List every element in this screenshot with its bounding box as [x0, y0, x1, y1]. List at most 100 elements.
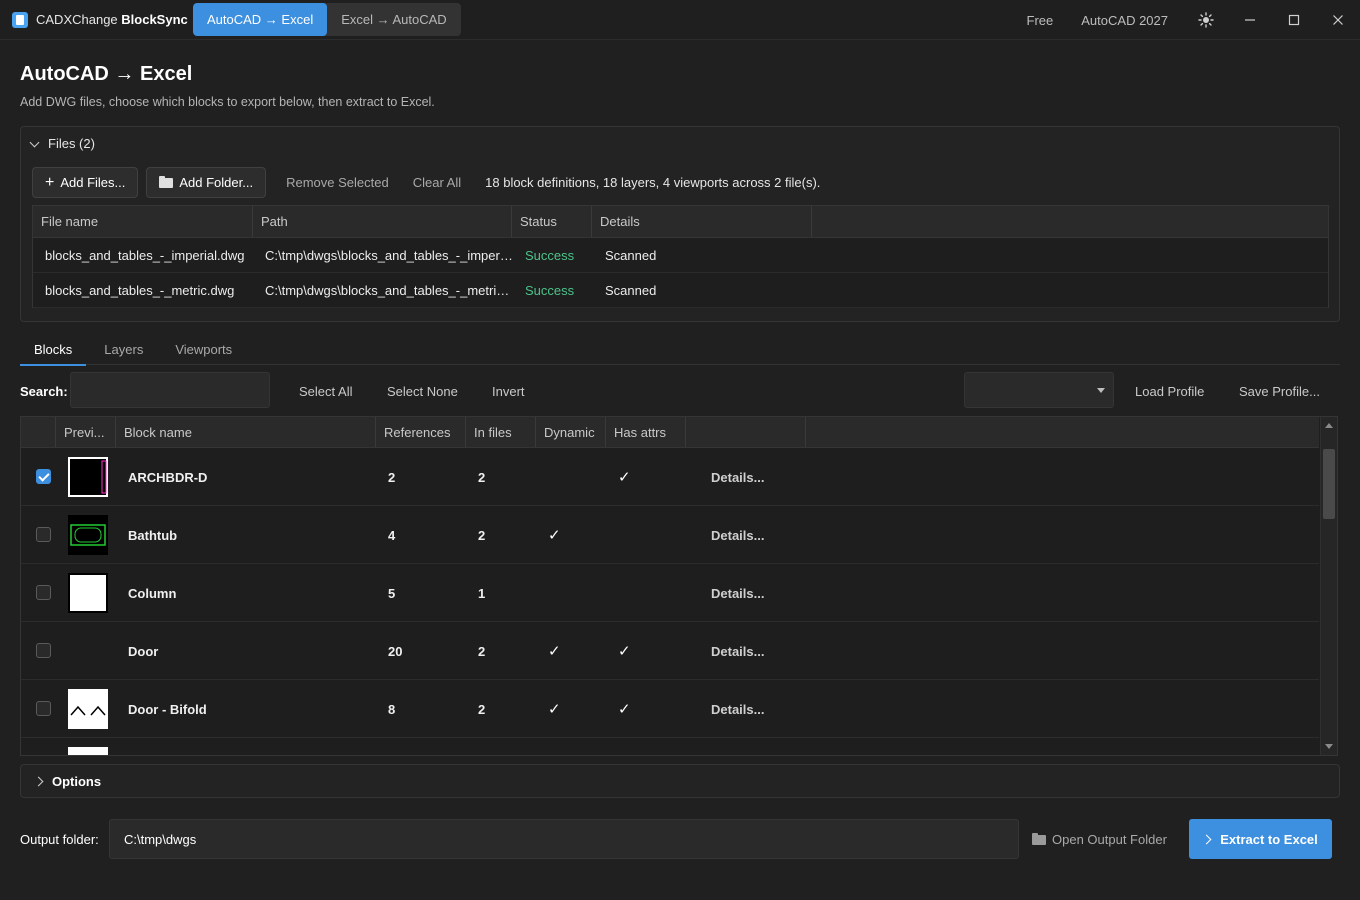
- scroll-up-icon[interactable]: [1325, 423, 1333, 428]
- block-name-cell: Door: [128, 643, 159, 659]
- table-row[interactable]: Bathtub 4 2 ✓ Details...: [21, 506, 1319, 564]
- file-name-cell: blocks_and_tables_-_imperial.dwg: [45, 247, 245, 263]
- file-status-cell: Success: [525, 282, 575, 298]
- title-bar: CADXChange BlockSync AutoCAD → Excel Exc…: [0, 0, 1360, 40]
- details-link[interactable]: Details...: [711, 564, 764, 622]
- block-name-cell: ARCHBDR-D: [128, 469, 208, 485]
- column-in-files[interactable]: In files: [466, 417, 536, 447]
- extract-to-excel-button[interactable]: Extract to Excel: [1189, 819, 1332, 859]
- mode-tab-autocad-to-excel[interactable]: AutoCAD → Excel: [193, 3, 328, 36]
- output-folder-input[interactable]: [109, 819, 1019, 859]
- load-profile-button[interactable]: Load Profile: [1135, 384, 1204, 399]
- profile-select[interactable]: [964, 372, 1114, 408]
- details-link[interactable]: Details...: [711, 622, 764, 680]
- scrollbar-thumb[interactable]: [1323, 449, 1335, 519]
- column-select[interactable]: [21, 417, 56, 447]
- table-row[interactable]: Door - Bifold 8 2 ✓ ✓ Details...: [21, 680, 1319, 738]
- column-preview[interactable]: Previ...: [56, 417, 116, 447]
- clear-all-button[interactable]: Clear All: [413, 175, 461, 190]
- plus-icon: +: [45, 173, 55, 191]
- output-folder-label: Output folder:: [20, 832, 99, 847]
- row-checkbox[interactable]: [36, 527, 51, 542]
- files-panel-header[interactable]: Files (2): [29, 136, 95, 151]
- references-cell: 8: [388, 701, 396, 717]
- folder-icon: [1032, 832, 1046, 845]
- options-panel[interactable]: Options: [20, 764, 1340, 798]
- select-all-button[interactable]: Select All: [299, 384, 352, 399]
- column-status[interactable]: Status: [512, 206, 592, 237]
- invert-selection-button[interactable]: Invert: [492, 384, 525, 399]
- column-file-name[interactable]: File name: [33, 206, 253, 237]
- column-details[interactable]: Details: [592, 206, 812, 237]
- table-row[interactable]: blocks_and_tables_-_metric.dwg C:\tmp\dw…: [33, 273, 1328, 308]
- details-link[interactable]: Details...: [711, 506, 764, 564]
- open-output-folder-button[interactable]: Open Output Folder: [1032, 832, 1167, 847]
- folder-icon: [159, 175, 174, 188]
- blocks-table-header: Previ... Block name References In files …: [21, 417, 1319, 448]
- minimize-icon: [1245, 19, 1255, 21]
- blocks-table: Previ... Block name References In files …: [20, 416, 1338, 756]
- in-files-cell: 2: [478, 701, 486, 717]
- file-details-cell: Scanned: [605, 247, 657, 263]
- chevron-down-icon: [1097, 388, 1105, 393]
- maximize-button[interactable]: [1272, 0, 1316, 40]
- file-name-cell: blocks_and_tables_-_metric.dwg: [45, 282, 235, 298]
- select-none-button[interactable]: Select None: [387, 384, 458, 399]
- file-details-cell: Scanned: [605, 282, 657, 298]
- tab-blocks[interactable]: Blocks: [20, 334, 87, 366]
- options-label: Options: [52, 773, 102, 789]
- files-panel: Files (2) + Add Files... Add Folder... R…: [20, 126, 1340, 322]
- close-icon: [1333, 15, 1343, 25]
- tab-layers[interactable]: Layers: [90, 334, 157, 365]
- blocks-scrollbar[interactable]: [1320, 417, 1337, 755]
- add-folder-button[interactable]: Add Folder...: [146, 167, 267, 198]
- table-row[interactable]: Column 5 1 Details...: [21, 564, 1319, 622]
- files-table: File name Path Status Details blocks_and…: [32, 205, 1329, 308]
- row-checkbox[interactable]: [36, 701, 51, 716]
- theme-toggle-button[interactable]: [1184, 0, 1228, 40]
- files-table-header: File name Path Status Details: [33, 206, 1328, 238]
- references-cell: 5: [388, 585, 396, 601]
- table-row[interactable]: ARCHBDR-D 2 2 ✓ Details...: [21, 448, 1319, 506]
- table-row[interactable]: Door 20 2 ✓ ✓ Details...: [21, 622, 1319, 680]
- remove-selected-button[interactable]: Remove Selected: [286, 175, 389, 190]
- details-link[interactable]: Details...: [711, 448, 764, 506]
- search-input[interactable]: [70, 372, 270, 408]
- app-title: CADXChange BlockSync: [36, 12, 188, 27]
- details-link[interactable]: Details...: [711, 680, 764, 738]
- chevron-right-icon: [33, 776, 44, 786]
- chevron-right-icon: [1201, 834, 1212, 844]
- mode-tab-excel-to-autocad[interactable]: Excel → AutoCAD: [327, 3, 461, 36]
- block-preview-icon: [68, 515, 108, 555]
- table-row[interactable]: blocks_and_tables_-_imperial.dwg C:\tmp\…: [33, 238, 1328, 273]
- files-summary: 18 block definitions, 18 layers, 4 viewp…: [485, 175, 821, 190]
- mode-switcher: AutoCAD → Excel Excel → AutoCAD: [193, 3, 461, 36]
- in-files-cell: 2: [478, 469, 486, 485]
- close-button[interactable]: [1316, 0, 1360, 40]
- has-attrs-check-icon: ✓: [618, 469, 631, 486]
- column-has-attrs[interactable]: Has attrs: [606, 417, 686, 447]
- row-checkbox[interactable]: [36, 643, 51, 658]
- block-name-cell: Column: [128, 585, 177, 601]
- scroll-down-icon[interactable]: [1325, 744, 1333, 749]
- files-heading: Files (2): [48, 136, 95, 151]
- references-cell: 4: [388, 527, 396, 543]
- table-row[interactable]: [21, 738, 1319, 755]
- column-path[interactable]: Path: [253, 206, 512, 237]
- references-cell: 20: [388, 643, 403, 659]
- has-attrs-check-icon: ✓: [618, 701, 631, 718]
- file-status-cell: Success: [525, 247, 575, 263]
- minimize-button[interactable]: [1228, 0, 1272, 40]
- column-block-name[interactable]: Block name: [116, 417, 376, 447]
- row-checkbox[interactable]: [36, 469, 51, 484]
- column-dynamic[interactable]: Dynamic: [536, 417, 606, 447]
- add-files-button[interactable]: + Add Files...: [32, 167, 139, 198]
- in-files-cell: 2: [478, 527, 486, 543]
- block-preview-icon: [68, 457, 108, 497]
- tab-viewports[interactable]: Viewports: [161, 334, 246, 365]
- block-preview-icon: [68, 747, 108, 755]
- row-checkbox[interactable]: [36, 585, 51, 600]
- maximize-icon: [1288, 14, 1300, 26]
- column-references[interactable]: References: [376, 417, 466, 447]
- save-profile-button[interactable]: Save Profile...: [1239, 384, 1320, 399]
